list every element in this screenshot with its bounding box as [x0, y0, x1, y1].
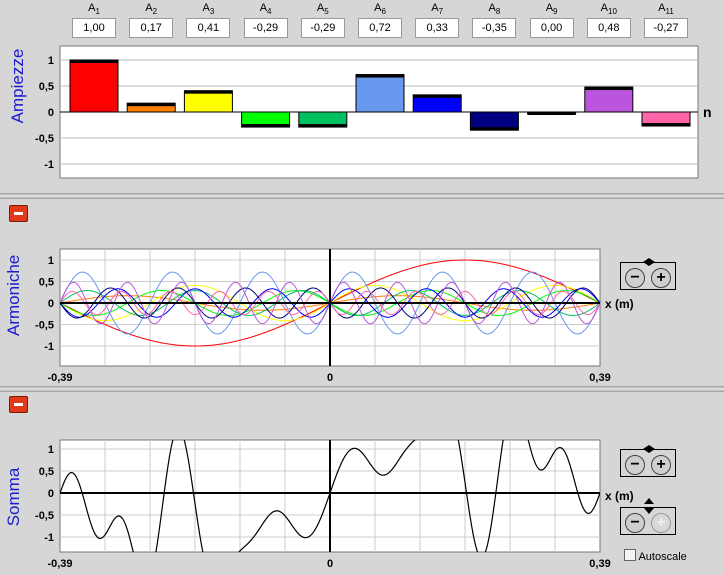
x-tick-label: 0 — [327, 558, 333, 570]
x-tick-label: -0,39 — [47, 558, 72, 570]
y-tick-label: -0,5 — [35, 510, 54, 522]
sum-hzoom-in-button[interactable]: + — [651, 455, 671, 475]
sum-panel: Somma 1 0,5 0 -0,5 -1 -0,39 0 0,39 x (m) − + − … — [0, 392, 724, 575]
autoscale-checkbox[interactable] — [624, 549, 636, 561]
sum-horizontal-zoom-control: − + — [620, 445, 676, 477]
amplitude-bar-handle-7 — [413, 94, 462, 98]
autoscale-checkbox-row[interactable]: Autoscale — [624, 549, 687, 563]
sum-vzoom-out-button[interactable]: − — [625, 513, 645, 533]
y-tick-label: -1 — [44, 341, 54, 353]
amplitude-bar-handle-3 — [184, 90, 233, 94]
amplitude-bar-3 — [183, 90, 233, 113]
amplitude-bar-handle-2 — [127, 103, 176, 107]
amplitude-bar-1 — [69, 59, 119, 113]
amplitude-bar-handle-8 — [470, 127, 519, 131]
amplitude-bar-handle-10 — [584, 87, 633, 91]
x-tick-label: 0 — [327, 372, 333, 384]
x-tick-label: 0,39 — [589, 558, 610, 570]
y-tick-label: -0,5 — [35, 133, 54, 145]
sum-x-axis-label: x (m) — [605, 489, 634, 503]
horizontal-arrows-icon — [643, 445, 655, 453]
y-tick-label: 0 — [48, 488, 54, 500]
amplitude-bar-handle-6 — [356, 74, 404, 78]
vertical-arrows-icon — [644, 498, 654, 514]
n-axis-label: n — [703, 104, 712, 120]
x-tick-label: -0,39 — [47, 372, 72, 384]
sum-vzoom-in-button[interactable]: + — [651, 513, 671, 533]
amplitudes-chart[interactable]: 1 0,5 0 -0,5 -1 n — [0, 0, 724, 193]
amplitude-bar-handle-4 — [241, 124, 290, 128]
amplitude-bar-6 — [355, 74, 405, 113]
amplitude-bar-handle-5 — [298, 124, 347, 128]
y-tick-label: 0,5 — [39, 466, 54, 478]
x-tick-label: 0,39 — [589, 372, 610, 384]
y-tick-label: 0 — [48, 107, 54, 119]
harmonics-zoom-in-button[interactable]: + — [651, 268, 671, 288]
amplitude-bar-handle-11 — [642, 123, 690, 127]
harmonics-panel: Armoniche 1 0,5 0 -0,5 -1 -0,39 0 0,39 x (m) − … — [0, 199, 724, 386]
y-tick-label: -1 — [44, 532, 54, 544]
harmonics-x-axis-label: x (m) — [605, 297, 634, 311]
y-tick-label: 0,5 — [39, 277, 54, 289]
sum-vertical-zoom-control: − + — [620, 498, 676, 535]
autoscale-label: Autoscale — [638, 551, 687, 563]
harmonics-zoom-control: − + — [620, 258, 676, 290]
y-tick-label: 1 — [48, 444, 54, 456]
amplitude-bar-10 — [584, 86, 634, 113]
sum-chart: 1 0,5 0 -0,5 -1 -0,39 0 0,39 — [35, 439, 611, 570]
amplitude-bar-handle-9 — [527, 112, 576, 115]
y-tick-label: 0,5 — [39, 81, 54, 93]
amplitudes-panel: A1 1,00 A2 0,17 A3 0,41 A4 -0,29 A5 -0,29 A6 0,72 A7… — [0, 0, 724, 193]
harmonics-chart: 1 0,5 0 -0,5 -1 -0,39 0 0,39 — [35, 248, 611, 384]
horizontal-arrows-icon — [643, 258, 655, 266]
y-tick-label: 1 — [48, 255, 54, 267]
y-tick-label: -0,5 — [35, 320, 54, 332]
sum-hzoom-out-button[interactable]: − — [625, 455, 645, 475]
harmonics-zoom-out-button[interactable]: − — [625, 268, 645, 288]
y-tick-label: 0 — [48, 298, 54, 310]
amplitude-bar-handle-1 — [70, 60, 118, 63]
y-tick-label: 1 — [48, 55, 54, 67]
y-tick-label: -1 — [44, 159, 54, 171]
